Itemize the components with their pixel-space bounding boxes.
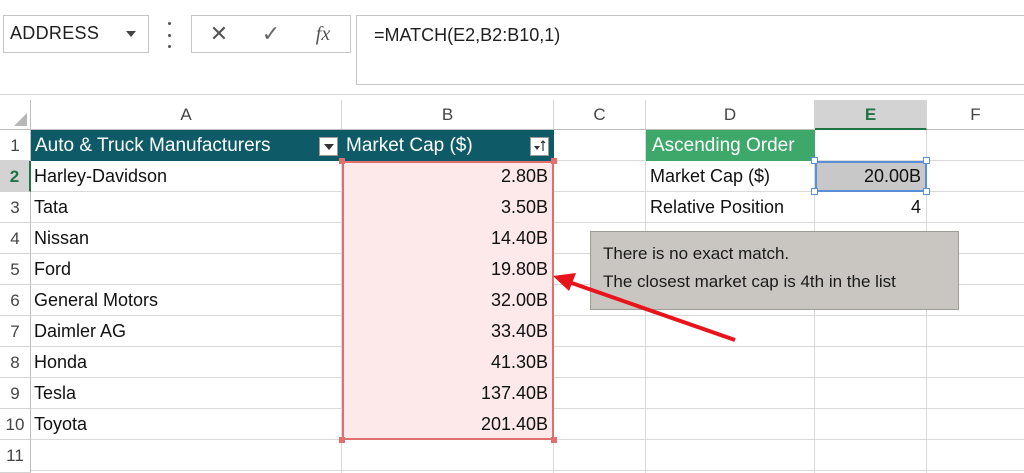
- note-line-1: There is no exact match.: [603, 244, 790, 263]
- row-header-4[interactable]: 4: [0, 223, 31, 254]
- row-header-10[interactable]: 10: [0, 409, 31, 440]
- cell-e3[interactable]: 4: [815, 192, 927, 223]
- selection-handle[interactable]: [923, 157, 930, 164]
- cell-a8[interactable]: Honda: [31, 347, 342, 378]
- ascending-order-label: Ascending Order: [652, 135, 795, 156]
- row-header-1[interactable]: 1: [0, 130, 31, 161]
- formula-text: =MATCH(E2,B2:B10,1): [374, 25, 561, 45]
- column-header-a[interactable]: A: [31, 100, 342, 130]
- grid-line: [31, 470, 1024, 471]
- row-header-3[interactable]: 3: [0, 192, 31, 223]
- filter-dropdown-icon[interactable]: [319, 137, 338, 156]
- more-options-icon[interactable]: [166, 22, 172, 48]
- cell-e2-selected[interactable]: 20.00B: [815, 161, 927, 192]
- row-header-7[interactable]: 7: [0, 316, 31, 347]
- cell-b7[interactable]: 33.40B: [342, 316, 554, 347]
- table-header-b[interactable]: Market Cap ($): [342, 130, 554, 161]
- cell-a5[interactable]: Ford: [31, 254, 342, 285]
- cell-a6[interactable]: General Motors: [31, 285, 342, 316]
- cell-b6[interactable]: 32.00B: [342, 285, 554, 316]
- row-header-6[interactable]: 6: [0, 285, 31, 316]
- cell-a4[interactable]: Nissan: [31, 223, 342, 254]
- cell-b5[interactable]: 19.80B: [342, 254, 554, 285]
- row-header-11[interactable]: 11: [0, 440, 31, 473]
- cell-b4[interactable]: 14.40B: [342, 223, 554, 254]
- cell-a3[interactable]: Tata: [31, 192, 342, 223]
- cancel-icon[interactable]: ✕: [205, 20, 233, 48]
- row-header-2[interactable]: 2: [0, 161, 31, 192]
- cell-b9[interactable]: 137.40B: [342, 378, 554, 409]
- table-header-b-label: Market Cap ($): [346, 135, 473, 156]
- cell-d3[interactable]: Relative Position: [646, 192, 815, 223]
- column-header-e[interactable]: E: [815, 100, 927, 130]
- divider: [0, 94, 1024, 95]
- cell-b2[interactable]: 2.80B: [342, 161, 554, 192]
- row-header-8[interactable]: 8: [0, 347, 31, 378]
- cell-a9[interactable]: Tesla: [31, 378, 342, 409]
- insert-function-icon[interactable]: fx: [308, 20, 338, 48]
- row-header-5[interactable]: 5: [0, 254, 31, 285]
- ascending-order-header[interactable]: Ascending Order: [646, 130, 815, 161]
- name-box-dropdown-icon[interactable]: [126, 31, 136, 37]
- cell-b8[interactable]: 41.30B: [342, 347, 554, 378]
- column-header-b[interactable]: B: [342, 100, 554, 130]
- name-box-value: ADDRESS: [10, 23, 100, 43]
- cell-e2-value: 20.00B: [863, 166, 921, 186]
- table-header-a[interactable]: Auto & Truck Manufacturers: [31, 130, 342, 161]
- note-line-2: The closest market cap is 4th in the lis…: [603, 272, 896, 291]
- row-header-9[interactable]: 9: [0, 378, 31, 409]
- selection-handle[interactable]: [811, 157, 818, 164]
- select-all-icon: [14, 113, 27, 126]
- table-header-a-label: Auto & Truck Manufacturers: [35, 135, 271, 156]
- column-header-c[interactable]: C: [554, 100, 646, 130]
- cell-b3[interactable]: 3.50B: [342, 192, 554, 223]
- sort-ascending-filter-icon[interactable]: [530, 137, 549, 156]
- annotation-note: There is no exact match. The closest mar…: [590, 231, 959, 310]
- cell-d2[interactable]: Market Cap ($): [646, 161, 815, 192]
- cell-a2[interactable]: Harley-Davidson: [31, 161, 342, 192]
- column-header-d[interactable]: D: [646, 100, 815, 130]
- cell-a7[interactable]: Daimler AG: [31, 316, 342, 347]
- cell-a10[interactable]: Toyota: [31, 409, 342, 440]
- enter-check-icon[interactable]: ✓: [257, 20, 285, 48]
- cell-b10[interactable]: 201.40B: [342, 409, 554, 440]
- column-header-f[interactable]: F: [927, 100, 1024, 130]
